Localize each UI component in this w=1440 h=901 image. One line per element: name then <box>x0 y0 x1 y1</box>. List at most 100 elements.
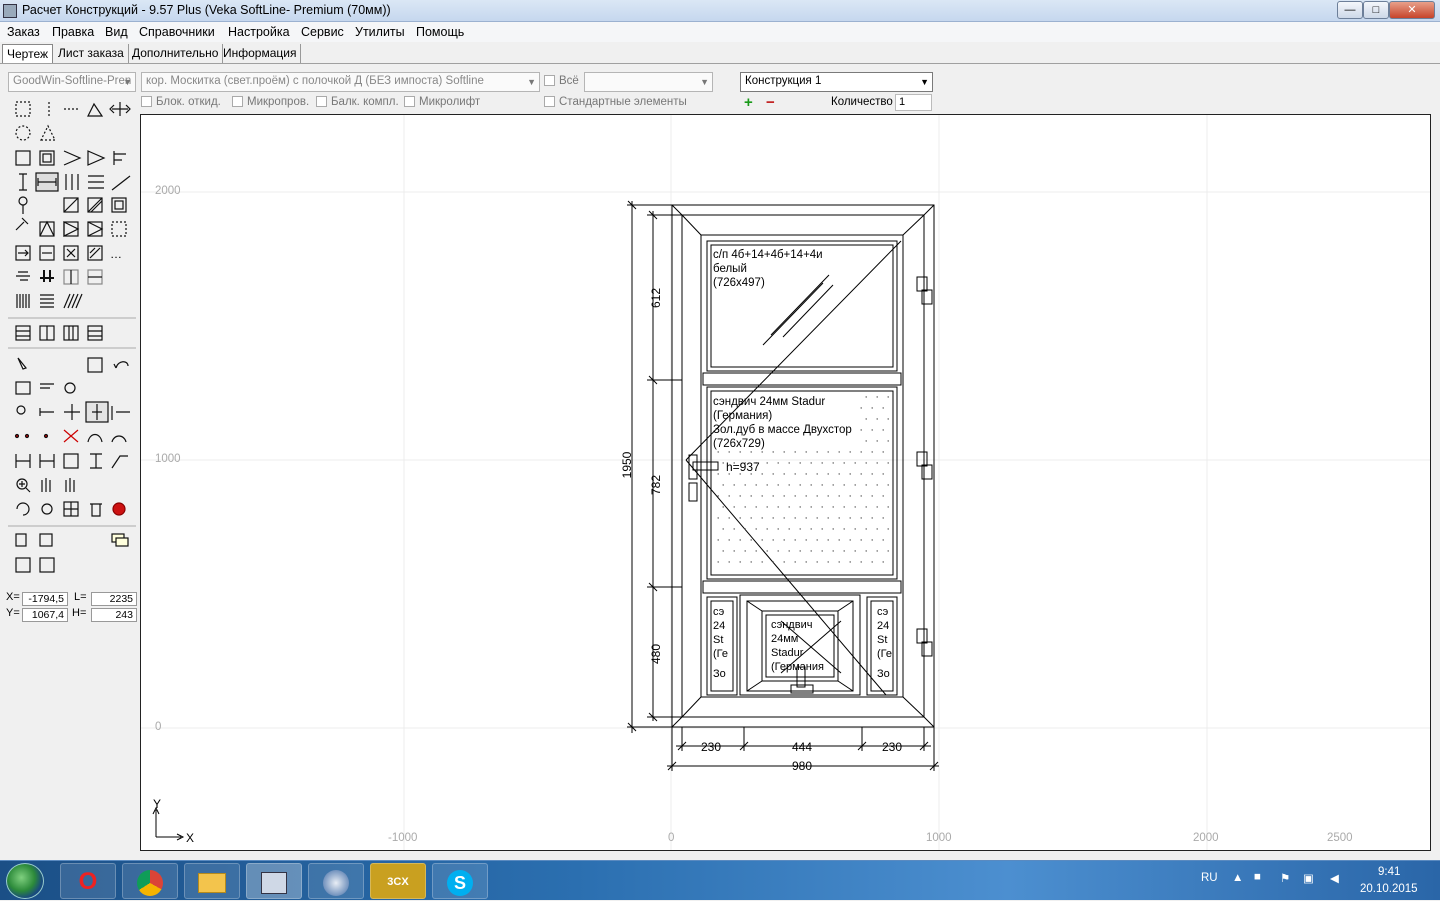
pan-icon[interactable] <box>41 478 51 492</box>
vertical-bars-icon[interactable] <box>65 174 79 190</box>
post-icon[interactable] <box>113 151 126 165</box>
align-icon[interactable] <box>40 383 54 389</box>
checkbox-balcony-set[interactable]: Балк. компл. <box>316 96 399 108</box>
menu-service[interactable]: Сервис <box>301 25 344 39</box>
wrench-icon[interactable] <box>15 217 29 231</box>
intersection-icon[interactable] <box>63 429 79 443</box>
angle-icon[interactable] <box>87 102 104 117</box>
drawing-canvas[interactable]: 2000 1000 0 -1000 0 1000 2000 2500 Y X 1… <box>140 114 1431 851</box>
start-button[interactable] <box>6 863 44 899</box>
dim-chain-icon[interactable] <box>39 454 55 468</box>
threshold-icon[interactable] <box>40 270 54 282</box>
sash-fixed-icon[interactable] <box>111 197 127 213</box>
rotate-box-icon[interactable] <box>87 357 103 373</box>
checkbox-standard-elements[interactable]: Стандартные элементы <box>544 96 687 108</box>
remove-icon[interactable]: − <box>766 94 775 111</box>
flag-icon[interactable]: ⚑ <box>1280 871 1290 885</box>
tab-order-sheet[interactable]: Лист заказа <box>54 44 129 63</box>
dimension-icon[interactable] <box>111 406 130 420</box>
layout-rows-icon[interactable] <box>87 325 103 341</box>
frame-double-icon[interactable] <box>39 150 55 166</box>
windows-icon[interactable]: ■ <box>1254 871 1261 883</box>
explorer-taskbar-button[interactable] <box>184 863 240 899</box>
copy-list-icon[interactable] <box>15 557 31 573</box>
tab-additional[interactable]: Дополнительно <box>128 44 224 63</box>
add-icon[interactable]: + <box>744 94 753 111</box>
zoom-icon[interactable] <box>64 382 76 394</box>
clock-date[interactable]: 20.10.2015 <box>1360 883 1418 895</box>
gear-icon[interactable] <box>41 503 53 515</box>
snap-icon[interactable] <box>39 408 54 416</box>
center-icon[interactable] <box>64 404 80 420</box>
network-icon[interactable]: ▣ <box>1303 871 1314 885</box>
vertical-grid-icon[interactable] <box>16 294 30 308</box>
paste-list-icon[interactable] <box>39 557 55 573</box>
menu-view[interactable]: Вид <box>105 25 128 39</box>
pan-alt-icon[interactable] <box>65 478 75 492</box>
component-select[interactable]: кор. Москитка (свет.проём) с полочкой Д … <box>141 72 540 92</box>
quantity-input[interactable]: 1 <box>895 94 932 111</box>
dim-box-icon[interactable] <box>63 453 79 469</box>
show-hidden-icons[interactable]: ▲ <box>1232 872 1243 884</box>
volume-icon[interactable]: ◀ <box>1330 871 1339 885</box>
chrome-taskbar-button[interactable] <box>122 863 178 899</box>
paste-icon[interactable] <box>39 533 53 547</box>
arc-icon[interactable] <box>63 150 82 166</box>
undo-icon[interactable] <box>113 361 129 369</box>
construction-select[interactable]: Конструкция 1 ▼ <box>740 72 933 92</box>
profile-select[interactable]: GoodWin-Softline-Pren ▼ <box>8 72 136 92</box>
calc-app-taskbar-button[interactable] <box>246 863 302 899</box>
dashed-circle-icon[interactable] <box>15 125 31 141</box>
close-button[interactable]: ✕ <box>1389 1 1435 19</box>
refresh-icon[interactable] <box>16 502 30 516</box>
zoom-area-icon[interactable] <box>15 381 31 395</box>
minimize-button[interactable]: — <box>1337 1 1363 19</box>
frame-icon[interactable] <box>15 150 31 166</box>
arc-tool-icon[interactable] <box>87 433 103 443</box>
more-icon[interactable]: … <box>110 247 122 261</box>
diagonal-icon[interactable] <box>111 175 131 191</box>
checkbox-microvent[interactable]: Микропров. <box>232 96 309 108</box>
menu-edit[interactable]: Правка <box>52 25 94 39</box>
stop-icon[interactable] <box>112 502 126 516</box>
opening-up-icon[interactable] <box>39 220 55 237</box>
opening-left-icon[interactable] <box>87 221 104 237</box>
horizontal-bars-icon[interactable] <box>88 175 104 189</box>
select-rect-icon[interactable] <box>15 101 31 117</box>
trapezoid-icon[interactable] <box>87 150 106 166</box>
xy-icon[interactable] <box>16 405 26 415</box>
layout-grid-icon[interactable] <box>15 325 31 341</box>
dim-width-icon[interactable] <box>15 454 31 468</box>
vertical-mullion-icon[interactable] <box>19 173 27 191</box>
trash-icon[interactable] <box>90 503 102 517</box>
all-select[interactable]: ▼ <box>584 72 713 92</box>
copy-icon[interactable] <box>15 533 27 547</box>
menu-help[interactable]: Помощь <box>416 25 464 39</box>
point-icon[interactable] <box>14 433 20 439</box>
opening-right-icon[interactable] <box>63 221 80 237</box>
menu-settings[interactable]: Настройка <box>228 25 290 39</box>
clock-time[interactable]: 9:41 <box>1378 866 1400 878</box>
dashed-square-icon[interactable] <box>111 221 127 237</box>
move-icon[interactable] <box>109 102 131 116</box>
dashed-triangle-icon[interactable] <box>40 124 56 141</box>
horizontal-grid-icon[interactable] <box>40 294 54 308</box>
language-indicator[interactable]: RU <box>1201 872 1218 884</box>
tab-information[interactable]: Информация <box>219 44 302 63</box>
menu-utilities[interactable]: Утилиты <box>355 25 405 39</box>
3cx-taskbar-button[interactable]: 3CX <box>370 863 426 899</box>
checkbox-block-tilt[interactable]: Блок. откид. <box>141 96 221 108</box>
all-checkbox[interactable]: Всё <box>544 75 579 87</box>
skype-taskbar-button[interactable]: S <box>432 863 488 899</box>
opera-taskbar-button[interactable]: O <box>60 863 116 899</box>
radius-point-icon[interactable] <box>43 433 49 439</box>
dim-height-icon[interactable] <box>90 453 102 469</box>
diagonal-grid-icon[interactable] <box>63 293 83 309</box>
pointer-icon[interactable] <box>17 357 28 370</box>
arc-radius-icon[interactable] <box>111 435 127 443</box>
layout-columns-icon[interactable] <box>63 325 79 341</box>
thunderbird-taskbar-button[interactable] <box>308 863 364 899</box>
handle-icon[interactable] <box>18 196 28 206</box>
maximize-button[interactable]: □ <box>1363 1 1389 19</box>
cut-icon[interactable] <box>16 271 30 281</box>
